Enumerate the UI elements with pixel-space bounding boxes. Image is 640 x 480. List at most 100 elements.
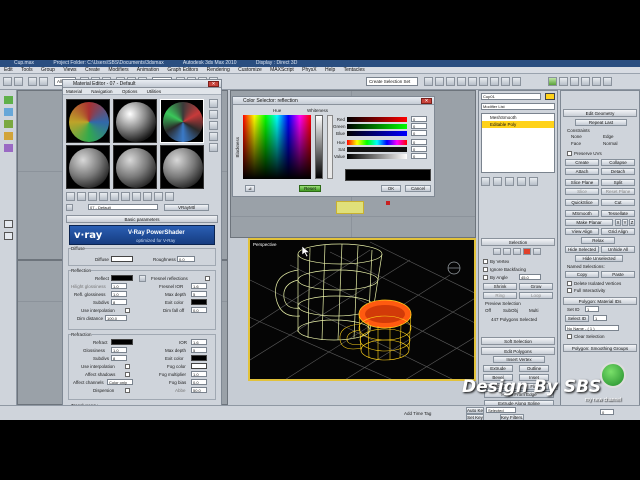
- me-menu-material[interactable]: Material: [66, 89, 82, 94]
- assign-material-icon[interactable]: [88, 192, 97, 201]
- repeat-last-button[interactable]: Repeat Last: [575, 119, 627, 126]
- fresnel-ior-input[interactable]: 1.6: [191, 283, 207, 289]
- polymodel-icon[interactable]: [4, 108, 13, 116]
- object-paint-icon[interactable]: [4, 144, 13, 152]
- current-frame-input[interactable]: 0: [600, 409, 614, 415]
- menu-create[interactable]: Create: [85, 67, 100, 73]
- display-tab-icon[interactable]: [592, 77, 601, 86]
- show-end-result-stack-icon[interactable]: [493, 177, 502, 186]
- sample-slot-6[interactable]: [160, 145, 204, 189]
- green-slider[interactable]: [347, 124, 407, 129]
- pin-stack-icon[interactable]: [481, 177, 490, 186]
- sample-slot-1[interactable]: [66, 99, 110, 143]
- full-interactivity-checkbox[interactable]: [567, 288, 572, 293]
- menu-animation[interactable]: Animation: [137, 67, 159, 73]
- refl-max-depth-input[interactable]: 5: [191, 291, 207, 297]
- by-angle-input[interactable]: 45.0: [519, 274, 541, 280]
- edit-geometry-rollout[interactable]: Edit Geometry: [563, 109, 637, 117]
- menu-tools[interactable]: Tools: [21, 67, 33, 73]
- delete-isolated-checkbox[interactable]: [567, 281, 572, 286]
- menu-tentacles[interactable]: Tentacles: [344, 67, 365, 73]
- create-button[interactable]: Create: [565, 159, 599, 166]
- material-id-icon[interactable]: [132, 192, 141, 201]
- detach-button[interactable]: Detach: [601, 168, 635, 175]
- border-mode-icon[interactable]: [513, 248, 521, 255]
- perspective-viewport[interactable]: Perspective: [248, 238, 476, 381]
- cancel-button[interactable]: Cancel: [405, 185, 431, 192]
- clear-selection-checkbox[interactable]: [567, 334, 572, 339]
- value-input[interactable]: 0: [411, 153, 427, 159]
- planar-z-button[interactable]: Z: [629, 219, 635, 226]
- copy-button[interactable]: Copy: [565, 271, 599, 278]
- hue-input[interactable]: 0: [411, 139, 427, 145]
- menu-views[interactable]: Views: [63, 67, 76, 73]
- sample-slot-5[interactable]: [113, 145, 157, 189]
- selection-tool-icon[interactable]: [4, 132, 13, 140]
- red-input[interactable]: 0: [411, 116, 427, 122]
- video-check-icon[interactable]: [209, 143, 218, 152]
- curve-editor-icon[interactable]: [457, 77, 466, 86]
- modifier-list-dropdown[interactable]: Modifier List: [481, 103, 555, 110]
- mirror-icon[interactable]: [424, 77, 433, 86]
- shrink-button[interactable]: Shrink: [483, 283, 517, 290]
- refr-subdivs-input[interactable]: 8: [111, 355, 127, 361]
- tessellate-button[interactable]: Tessellate: [601, 210, 635, 217]
- menu-maxscript[interactable]: MAXScript: [270, 67, 294, 73]
- sat-slider[interactable]: [347, 147, 407, 152]
- object-color-swatch[interactable]: [545, 93, 555, 100]
- sat-input[interactable]: 0: [411, 146, 427, 152]
- planar-y-button[interactable]: Y: [622, 219, 628, 226]
- show-map-icon[interactable]: [143, 192, 152, 201]
- roughness-input[interactable]: 0.0: [177, 256, 195, 262]
- dim-falloff-input[interactable]: 0.0: [191, 307, 207, 313]
- vertex-mode-icon[interactable]: [493, 248, 501, 255]
- eyedropper-button[interactable]: ⊿: [245, 185, 255, 192]
- abbe-input[interactable]: 50.0: [191, 387, 207, 393]
- show-end-result-icon[interactable]: [154, 192, 163, 201]
- hilight-gloss-input[interactable]: 1.0: [111, 283, 127, 289]
- menu-edit[interactable]: Edit: [4, 67, 13, 73]
- menu-rendering[interactable]: Rendering: [207, 67, 230, 73]
- refl-subdivs-input[interactable]: 8: [111, 299, 127, 305]
- view-align-button[interactable]: View Align: [565, 228, 599, 235]
- get-material-icon[interactable]: [66, 192, 75, 201]
- redo-icon[interactable]: [14, 77, 23, 86]
- relax-button[interactable]: Relax: [581, 237, 615, 244]
- reflect-map-icon[interactable]: [139, 275, 146, 282]
- ignore-backfacing-checkbox[interactable]: [483, 267, 488, 272]
- hierarchy-tab-icon[interactable]: [570, 77, 579, 86]
- affect-shadows-checkbox[interactable]: [125, 372, 130, 377]
- fog-multiplier-input[interactable]: 1.0: [191, 371, 207, 377]
- menu-help[interactable]: Help: [325, 67, 335, 73]
- slice-plane-button[interactable]: Slice Plane: [565, 179, 599, 186]
- refr-gloss-input[interactable]: 1.0: [111, 347, 127, 353]
- play-forward-icon[interactable]: [4, 232, 13, 240]
- backlight-icon[interactable]: [209, 110, 218, 119]
- set-id-input[interactable]: 1: [585, 306, 599, 312]
- unlink-icon[interactable]: [39, 77, 48, 86]
- menu-physx[interactable]: PhysX: [302, 67, 316, 73]
- fresnel-checkbox[interactable]: [205, 276, 210, 281]
- dim-distance-input[interactable]: 100.0: [105, 315, 127, 321]
- hide-selected-button[interactable]: Hide Selected: [565, 246, 599, 253]
- remove-modifier-icon[interactable]: [517, 177, 526, 186]
- by-vertex-checkbox[interactable]: [483, 259, 488, 264]
- render-setup-icon[interactable]: [490, 77, 499, 86]
- refr-max-depth-input[interactable]: 5: [191, 347, 207, 353]
- hue-blackness-picker[interactable]: [243, 115, 311, 179]
- motion-tab-icon[interactable]: [581, 77, 590, 86]
- edit-polygons-rollout[interactable]: Edit Polygons: [481, 347, 555, 355]
- put-to-scene-icon[interactable]: [77, 192, 86, 201]
- reset-button[interactable]: Reset: [299, 185, 321, 192]
- layer-icon[interactable]: [446, 77, 455, 86]
- preserve-uvs-checkbox[interactable]: [567, 151, 572, 156]
- named-selection-dropdown[interactable]: Create Selection Set: [366, 77, 418, 86]
- put-to-library-icon[interactable]: [121, 192, 130, 201]
- menu-modifiers[interactable]: Modifiers: [108, 67, 128, 73]
- cut-button[interactable]: Cut: [601, 199, 635, 206]
- menu-customize[interactable]: Customize: [238, 67, 262, 73]
- select-id-button[interactable]: Select ID: [565, 315, 589, 322]
- diffuse-swatch[interactable]: [111, 256, 133, 262]
- play-back-icon[interactable]: [4, 220, 13, 228]
- stack-item-meshsmooth[interactable]: MeshSmooth: [482, 114, 554, 121]
